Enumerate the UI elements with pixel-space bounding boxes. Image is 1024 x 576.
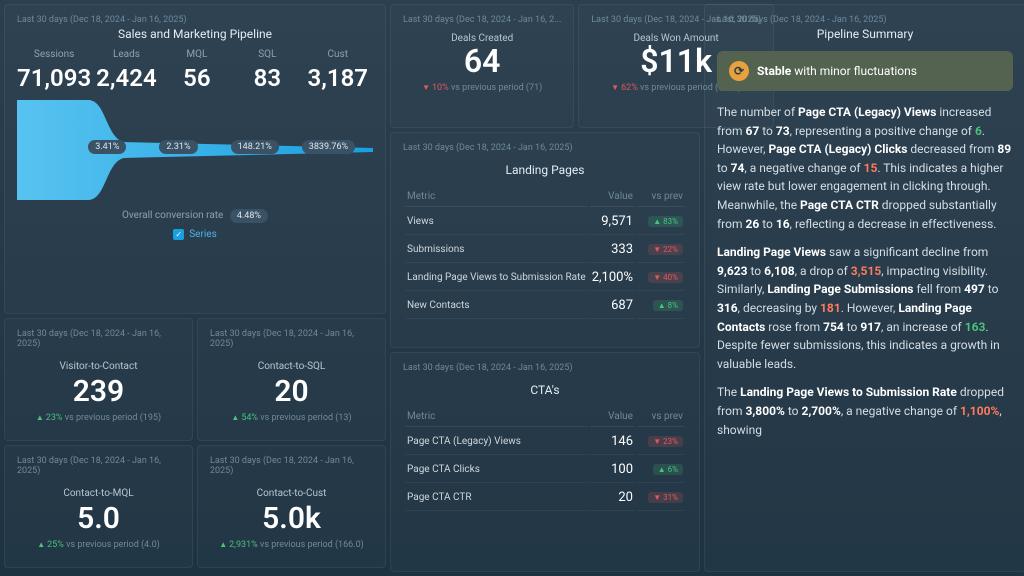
funnel-chart: 3.41% 2.31% 148.21% 3839.76% <box>17 100 373 200</box>
date-range: Last 30 days (Dec 18, 2024 - Jan 16, 202… <box>17 15 373 25</box>
conv-pill: 2.31% <box>159 140 197 154</box>
series-toggle[interactable]: ✓ Series <box>17 229 373 240</box>
funnel-title: Sales and Marketing Pipeline <box>17 27 373 41</box>
funnel-stage-headers: Sessions71,093 Leads2,424 MQL56 SQL83 Cu… <box>17 49 373 92</box>
table-row: Landing Page Views to Submission Rate2,1… <box>405 265 685 291</box>
status-icon: ⟳ <box>729 61 749 81</box>
overall-conversion: Overall conversion rate 4.48% <box>17 210 373 221</box>
deals-created-card: Last 30 days (Dec 18, 2024 - Jan 16, 2..… <box>390 4 574 128</box>
table-row: Page CTA (Legacy) Views146▼ 23% <box>405 429 685 455</box>
funnel-card: Last 30 days (Dec 18, 2024 - Jan 16, 202… <box>4 4 386 314</box>
pipeline-summary-card: Last 30 days (Dec 18, 2024 - Jan 16, 202… <box>704 4 1024 572</box>
metric-contact-to-mql: Last 30 days (Dec 18, 2024 - Jan 16, 202… <box>4 445 193 568</box>
cta-table: Metric Value vs prev Page CTA (Legacy) V… <box>403 405 687 513</box>
conv-pill: 3839.76% <box>302 140 355 154</box>
status-badge: ⟳ Stable with minor fluctuations <box>717 51 1013 91</box>
table-row: Page CTA Clicks100▲ 6% <box>405 457 685 483</box>
metric-contact-to-cust: Last 30 days (Dec 18, 2024 - Jan 16, 202… <box>197 445 386 568</box>
summary-body: The number of Page CTA (Legacy) Views in… <box>717 103 1013 449</box>
metric-contact-to-sql: Last 30 days (Dec 18, 2024 - Jan 16, 202… <box>197 318 386 441</box>
metric-visitor-to-contact: Last 30 days (Dec 18, 2024 - Jan 16, 202… <box>4 318 193 441</box>
landing-table: Metric Value vs prev Views9,571▲ 83%Subm… <box>403 185 687 321</box>
conv-pill: 148.21% <box>231 140 279 154</box>
checkbox-icon: ✓ <box>173 229 184 240</box>
landing-pages-card: Last 30 days (Dec 18, 2024 - Jan 16, 202… <box>390 132 700 348</box>
conv-pill: 3.41% <box>88 140 126 154</box>
table-row: Submissions333▼ 22% <box>405 237 685 263</box>
ctas-card: Last 30 days (Dec 18, 2024 - Jan 16, 202… <box>390 352 700 572</box>
table-row: Views9,571▲ 83% <box>405 209 685 235</box>
table-row: New Contacts687▲ 8% <box>405 293 685 319</box>
table-row: Page CTA CTR20▼ 31% <box>405 485 685 511</box>
